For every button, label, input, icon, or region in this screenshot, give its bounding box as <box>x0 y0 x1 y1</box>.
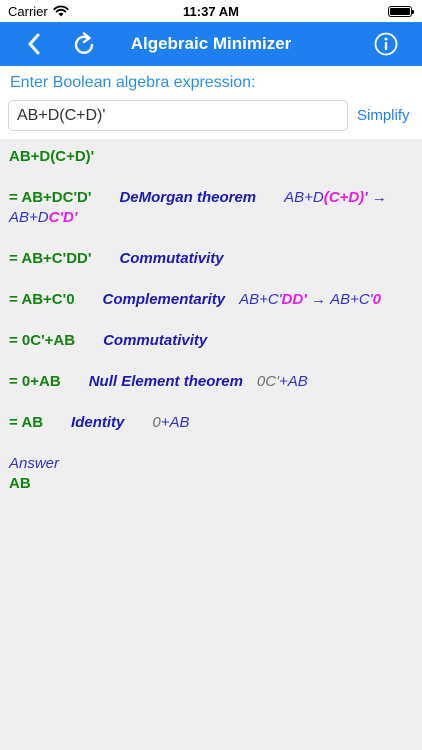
step-rule: Identity <box>71 414 125 431</box>
step-rule: DeMorgan theorem <box>119 189 257 206</box>
refresh-icon <box>74 32 94 54</box>
status-bar: Carrier 11:37 AM <box>0 0 422 22</box>
results-panel: AB+D(C+D)' = AB+DC'D' DeMorgan theorem AB+… <box>0 139 422 494</box>
step-arrow: → <box>310 291 326 308</box>
step-detail-pre-highlight: DD' <box>281 291 307 308</box>
step-result: = AB+C'0 <box>9 291 75 308</box>
step-arrow: → <box>371 189 387 206</box>
carrier-label: Carrier <box>8 3 48 19</box>
step-detail-post: AB+C' <box>330 291 373 308</box>
answer-label: Answer <box>9 455 60 472</box>
answer-value: AB <box>9 475 31 492</box>
back-button[interactable] <box>12 22 56 66</box>
step-original: AB+D(C+D)' <box>9 147 413 167</box>
step-1: = AB+DC'D' DeMorgan theorem AB+D(C+D)' → A… <box>9 188 413 228</box>
battery-icon <box>388 5 414 17</box>
step-rule: Null Element theorem <box>88 373 243 390</box>
step-3: = AB+C'0 Complementarity AB+C'DD' → AB+C'0 <box>9 290 413 310</box>
step-result: = 0+AB <box>9 373 61 390</box>
step-5: = 0+AB Null Element theorem 0C'+AB <box>9 372 413 392</box>
chevron-left-icon <box>28 33 40 55</box>
input-row: Simplify <box>8 100 414 131</box>
step-detail-post: AB+D <box>9 209 49 226</box>
step-detail-post-highlight: C'D' <box>48 209 78 226</box>
step-detail-gray: 0C' <box>256 373 279 390</box>
step-detail-pre: AB+D <box>284 189 324 206</box>
battery-level <box>390 7 410 15</box>
step-detail-post-highlight: 0 <box>372 291 381 308</box>
step-2: = AB+C'DD' Commutativity <box>9 249 413 269</box>
step-6: = AB Identity 0+AB <box>9 413 413 433</box>
info-icon <box>374 32 398 56</box>
simplify-button[interactable]: Simplify <box>357 107 410 124</box>
expression-input[interactable] <box>8 100 348 131</box>
step-result: = AB+DC'D' <box>9 189 92 206</box>
info-button[interactable] <box>364 22 408 66</box>
refresh-button[interactable] <box>62 22 106 66</box>
nav-bar: Algebraic Minimizer <box>0 22 422 66</box>
step-rule: Commutativity <box>119 250 224 267</box>
expression-prompt: Enter Boolean algebra expression: <box>10 74 256 91</box>
step-detail-rest: +AB <box>160 414 190 431</box>
step-result: = AB+C'DD' <box>9 250 92 267</box>
step-detail-gray: 0 <box>152 414 161 431</box>
step-rule: Commutativity <box>103 332 208 349</box>
step-result: = 0C'+AB <box>9 332 76 349</box>
input-area: Enter Boolean algebra expression: Simpli… <box>0 66 422 139</box>
step-detail-pre-highlight: (C+D)' <box>323 189 368 206</box>
step-detail-rest: +AB <box>278 373 308 390</box>
status-left: Carrier <box>8 4 69 19</box>
original-expression: AB+D(C+D)' <box>9 148 95 165</box>
step-4: = 0C'+AB Commutativity <box>9 331 413 351</box>
step-result: = AB <box>9 414 44 431</box>
step-rule: Complementarity <box>102 291 226 308</box>
answer-block: Answer AB <box>9 454 413 494</box>
step-detail-pre: AB+C' <box>239 291 282 308</box>
wifi-icon <box>53 5 69 17</box>
